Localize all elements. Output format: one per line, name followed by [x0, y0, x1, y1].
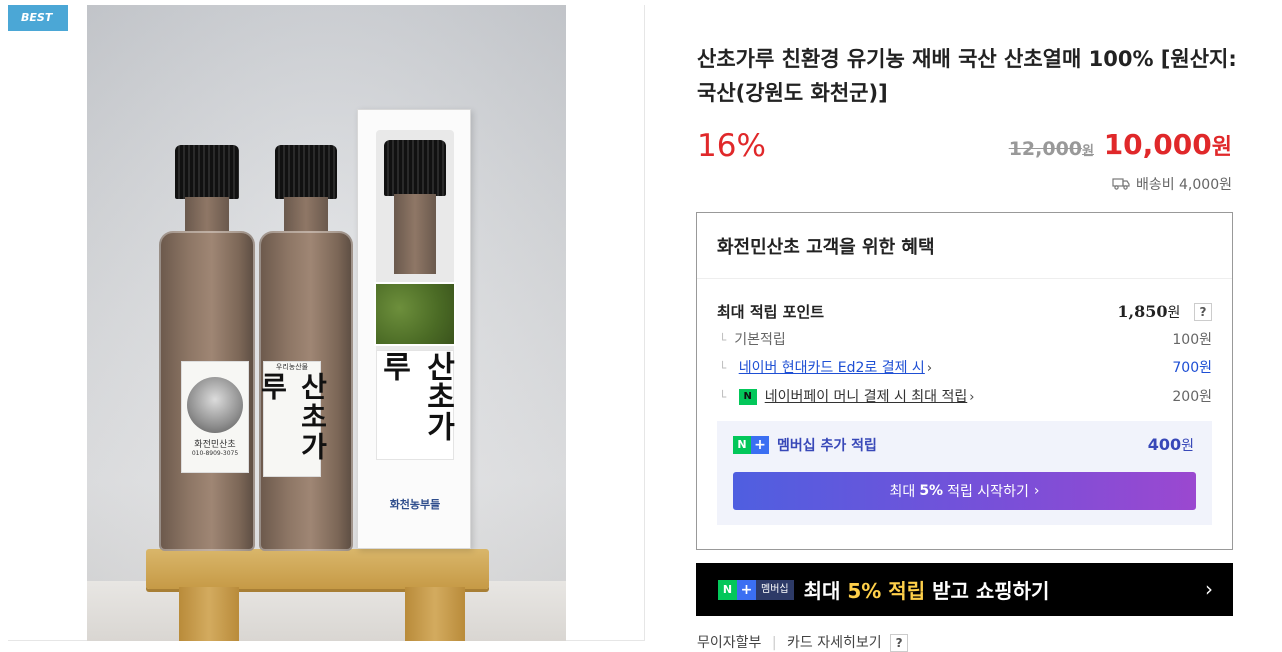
bottle-left-phone: 010-8909-3075	[191, 450, 239, 457]
help-icon[interactable]: ?	[1194, 303, 1212, 321]
bottle-middle-label: 우리농산물 산초가루	[256, 361, 329, 477]
membership-row: N + 멤버십 추가 적립 400원	[733, 435, 1194, 455]
banner-text: 최대 5% 적립 받고 쇼핑하기	[804, 575, 1050, 604]
membership-amount: 400	[1147, 435, 1182, 454]
benefit-heading: 화전민산초 고객을 위한 혜택	[697, 213, 1232, 279]
max-points-row: 최대 적립 포인트 1,850원 ?	[717, 301, 1212, 322]
box-plant-image	[374, 282, 456, 346]
shipping-text: 배송비 4,000원	[1135, 177, 1232, 193]
divider: |	[771, 635, 777, 651]
payment-links: 무이자할부 | 카드 자세히보기 ?	[697, 632, 909, 652]
chevron-right-icon: ›	[969, 390, 975, 405]
marble-surface	[87, 581, 566, 641]
installment-link[interactable]: 무이자할부	[697, 635, 761, 651]
points-row-card: 네이버 현대카드 Ed2로 결제 시› 700원	[717, 357, 1212, 377]
naver-plus-icon: N +	[733, 436, 769, 454]
points-row-basic-label: 기본적립	[717, 329, 786, 349]
sale-price-unit: 원	[1211, 135, 1232, 160]
start-bold: 5%	[919, 483, 944, 499]
membership-tag-text: 멤버십	[756, 579, 794, 600]
stand-leg-right	[405, 587, 465, 641]
membership-value: 400원	[1148, 435, 1194, 455]
chevron-right-icon: ›	[1033, 483, 1040, 499]
banner-text-pre: 최대	[803, 579, 841, 603]
wooden-stand	[146, 549, 489, 589]
original-price-unit: 원	[1082, 144, 1094, 159]
original-price-value: 12,000	[1008, 138, 1083, 160]
bottle-middle-sub: 우리농산물	[275, 363, 309, 371]
max-points-unit: 원	[1167, 304, 1181, 321]
banner-text-post: 받고 쇼핑하기	[932, 579, 1050, 603]
banner-text-highlight: 5% 적립	[847, 579, 926, 603]
bottle-neck-box	[394, 194, 436, 274]
hyundai-card-link[interactable]: 네이버 현대카드 Ed2로 결제 시	[739, 360, 925, 376]
help-icon[interactable]: ?	[890, 634, 909, 652]
card-details-link[interactable]: 카드 자세히보기	[787, 635, 882, 651]
points-row-npay-value: 200원	[1172, 389, 1212, 405]
max-points-value: 1,850원 ?	[1117, 302, 1212, 322]
box-title: 산초가루	[376, 351, 455, 441]
farmer-portrait	[187, 377, 243, 433]
bottle-left-name: 화전민산초	[194, 440, 236, 450]
box-logo: 화천농부들	[389, 498, 441, 511]
points-row-card-value: 700원	[1172, 360, 1212, 376]
membership-banner[interactable]: N + 멤버십 최대 5% 적립 받고 쇼핑하기 ›	[696, 563, 1233, 616]
points-row-npay: N 네이버페이 머니 결제 시 최대 적립› 200원	[717, 386, 1212, 406]
points-row-basic-value: 100원	[1172, 332, 1212, 348]
bottle-cap-left	[175, 145, 239, 199]
naver-n-icon: N	[718, 579, 737, 600]
chevron-right-icon: ›	[926, 361, 933, 376]
best-badge: BEST	[8, 5, 68, 31]
start-membership-button[interactable]: 최대 5% 적립 시작하기 ›	[733, 472, 1196, 510]
sale-price: 10,000원	[1104, 128, 1232, 161]
product-title: 산초가루 친환경 유기농 재배 국산 산초열매 100% [원산지:국산(강원도…	[697, 47, 1237, 105]
box-label: 산초가루	[376, 350, 455, 460]
points-row-basic: 기본적립 100원	[717, 329, 1212, 349]
stand-leg-left	[179, 587, 239, 641]
sale-price-value: 10,000	[1103, 128, 1212, 161]
membership-label-group: N + 멤버십 추가 적립	[733, 435, 877, 455]
benefit-box: 화전민산초 고객을 위한 혜택 최대 적립 포인트 1,850원 ? 기본적립 …	[696, 212, 1233, 550]
shipping-info: 배송비 4,000원	[1112, 174, 1232, 194]
start-prefix: 최대	[889, 484, 916, 500]
membership-unit: 원	[1181, 438, 1194, 454]
points-row-card-label: 네이버 현대카드 Ed2로 결제 시›	[717, 357, 932, 377]
product-image-area: BEST 화전민산초 010-8909-3075 우리농산물 산초가루 산초가루…	[8, 5, 645, 641]
max-points-label: 최대 적립 포인트	[717, 303, 825, 321]
plus-icon: +	[737, 579, 756, 600]
product-box: 산초가루 화천농부들	[357, 109, 471, 549]
naver-pay-icon: N	[738, 389, 757, 405]
membership-box: N + 멤버십 추가 적립 400원 최대 5% 적립 시작하기 ›	[717, 421, 1212, 525]
bottle-cap-box	[384, 140, 446, 196]
product-photo[interactable]: 화전민산초 010-8909-3075 우리농산물 산초가루 산초가루 화천농부…	[87, 5, 566, 641]
discount-rate: 16%	[697, 128, 766, 164]
points-row-npay-label: N 네이버페이 머니 결제 시 최대 적립›	[717, 386, 974, 406]
start-suffix: 적립 시작하기	[947, 484, 1029, 500]
naver-pay-link[interactable]: 네이버페이 머니 결제 시 최대 적립	[765, 389, 968, 405]
max-points-amount: 1,850	[1117, 301, 1168, 321]
chevron-right-icon: ›	[1205, 577, 1213, 601]
membership-label: 멤버십 추가 적립	[777, 438, 877, 454]
naver-membership-tag: N + 멤버십	[718, 579, 794, 600]
bottle-middle-title: 산초가루	[256, 372, 329, 462]
original-price: 12,000원	[1009, 138, 1094, 160]
bottle-cap-middle	[275, 145, 337, 199]
bottle-left-label: 화전민산초 010-8909-3075	[181, 361, 249, 473]
truck-icon	[1112, 178, 1130, 190]
